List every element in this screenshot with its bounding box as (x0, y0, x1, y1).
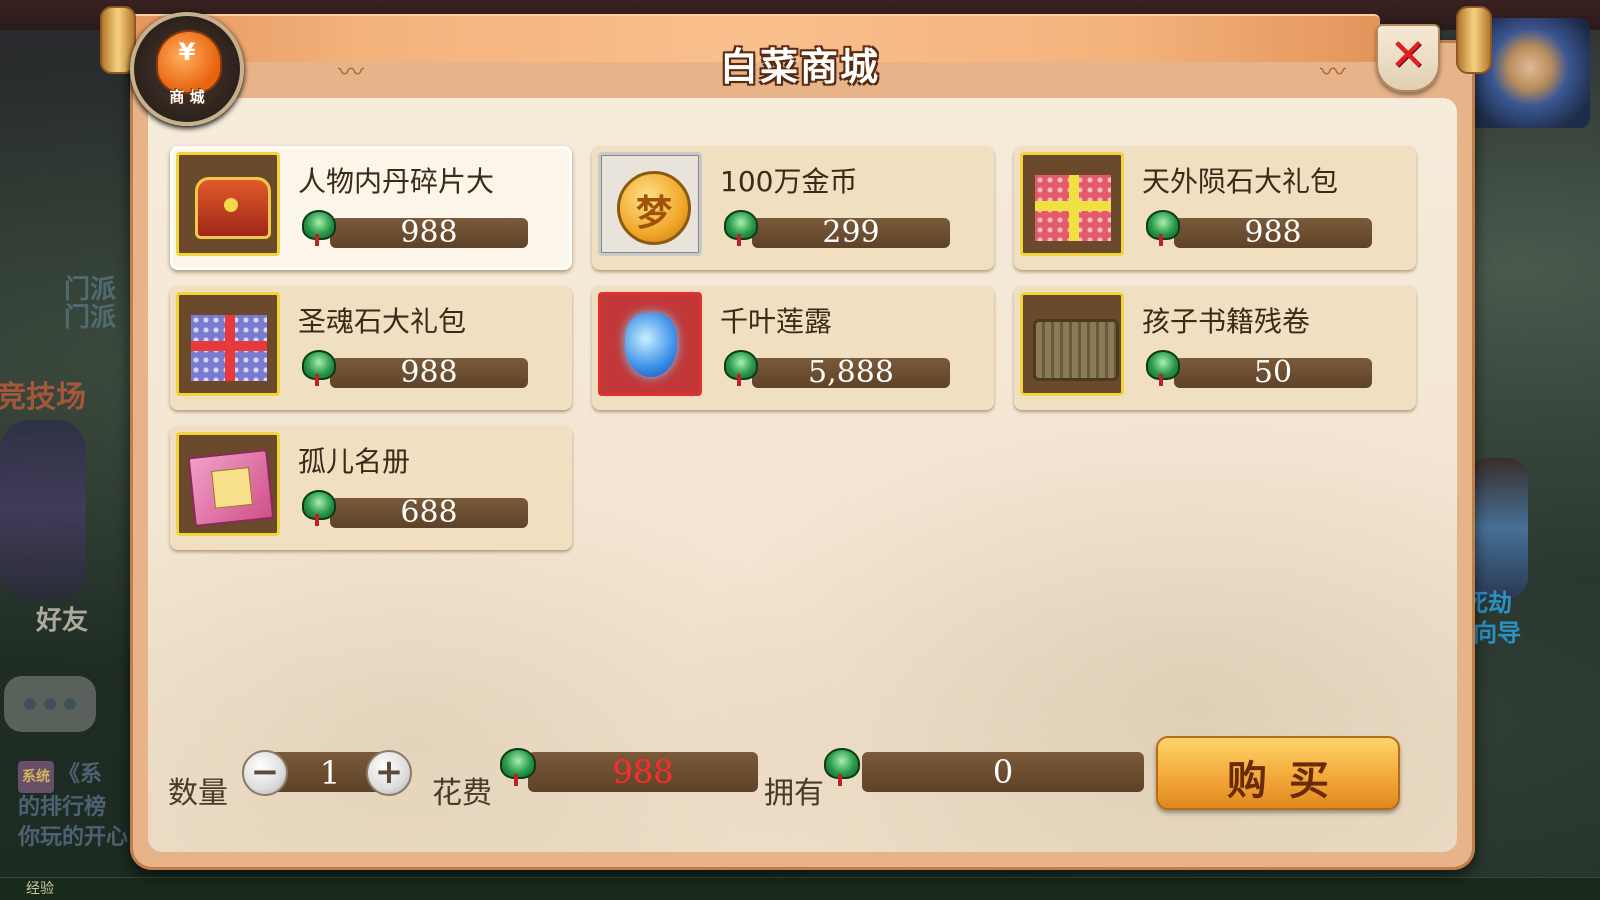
shop-item[interactable]: 千叶莲露 5,888 (592, 286, 994, 410)
item-name: 孤儿名册 (298, 445, 411, 478)
npc-character[interactable] (1468, 458, 1528, 598)
item-price: 50 (1253, 355, 1293, 390)
jade-gem (724, 350, 758, 380)
buy-button[interactable]: 购买 (1156, 736, 1400, 810)
exp-bar: 经验 (0, 877, 1600, 900)
item-name: 100万金币 (720, 165, 858, 198)
buy-label: 购买 (1227, 758, 1351, 804)
jade-tassel (315, 374, 319, 386)
item-thumbnail (1020, 292, 1124, 396)
jade-tassel (838, 773, 842, 787)
system-chat-line: 《系 (58, 762, 103, 787)
jade-currency-icon (302, 210, 336, 250)
sect-label: 门派 门派 (64, 275, 117, 333)
item-thumbnail (598, 152, 702, 256)
shop-badge-icon: ¥ 商 城 (130, 12, 244, 126)
cost-label: 花费 (432, 776, 492, 811)
item-thumbnail (176, 432, 280, 536)
jade-tassel (737, 374, 741, 386)
arena-label[interactable]: 竞技场 (0, 372, 86, 416)
shop-item[interactable]: 人物内丹碎片大 988 (170, 146, 572, 270)
jade-tassel (315, 514, 319, 526)
close-icon: ✕ (1389, 30, 1427, 81)
item-price-bar: 50 (1174, 355, 1372, 390)
shop-item[interactable]: 天外陨石大礼包 988 (1014, 146, 1416, 270)
item-price: 988 (400, 215, 458, 250)
item-price: 988 (1244, 215, 1302, 250)
cost-value: 988 (612, 753, 674, 791)
item-price: 299 (822, 215, 880, 250)
jade-gem (1146, 210, 1180, 240)
jade-gem (824, 748, 860, 780)
jade-tassel (1159, 374, 1163, 386)
jade-tassel (315, 234, 319, 246)
item-price: 688 (400, 495, 458, 530)
system-chat-line: 你玩的开心 (18, 825, 129, 850)
jade-currency-icon (302, 490, 336, 530)
close-button[interactable]: ✕ (1376, 24, 1440, 92)
item-price-bar: 988 (1174, 215, 1372, 250)
item-name: 人物内丹碎片大 (298, 165, 495, 198)
npc-character-left[interactable] (0, 420, 86, 600)
quantity-value[interactable]: 1 (300, 754, 360, 792)
shop-item[interactable]: 100万金币 299 (592, 146, 994, 270)
pink-gift-box-icon (1035, 175, 1111, 241)
jade-tassel (737, 234, 741, 246)
shop-item[interactable]: 孩子书籍残卷 50 (1014, 286, 1416, 410)
blue-vase-icon (625, 313, 677, 377)
treasure-chest-icon (195, 177, 271, 239)
item-name: 孩子书籍残卷 (1142, 305, 1311, 338)
item-price: 5,888 (808, 355, 894, 390)
wooden-crate-icon (1033, 319, 1119, 381)
shop-item[interactable]: 孤儿名册 688 (170, 426, 572, 550)
quantity-label: 数量 (168, 776, 228, 811)
item-price-bar: 299 (752, 215, 950, 250)
item-thumbnail (1020, 152, 1124, 256)
jade-currency-icon (302, 350, 336, 390)
system-chat-line: 的排行榜 (18, 795, 107, 820)
own-value: 0 (992, 753, 1014, 791)
minus-icon: − (250, 752, 280, 792)
shop-badge-label: 商 城 (169, 88, 205, 106)
pink-book-icon (187, 449, 275, 527)
shop-item[interactable]: 圣魂石大礼包 988 (170, 286, 572, 410)
jade-tassel (1159, 234, 1163, 246)
jade-gem (302, 210, 336, 240)
item-name: 千叶莲露 (720, 305, 833, 338)
blue-gift-box-icon (191, 315, 267, 381)
jade-gem (1146, 350, 1180, 380)
item-thumbnail (598, 292, 702, 396)
chat-bubble-icon[interactable] (4, 676, 96, 732)
decrease-quantity-button[interactable]: − (242, 750, 288, 796)
jade-gem (302, 350, 336, 380)
yen-symbol: ¥ (178, 38, 196, 66)
jade-tassel (514, 773, 518, 787)
item-price-bar: 688 (330, 495, 528, 530)
jade-currency-icon (1146, 210, 1180, 250)
own-label: 拥有 (764, 776, 824, 811)
system-chat: 系统 《系 的排行榜 你玩的开心 (18, 760, 128, 853)
item-name: 圣魂石大礼包 (298, 305, 467, 338)
item-price-bar: 988 (330, 355, 528, 390)
jade-currency-icon (724, 210, 758, 250)
item-thumbnail (176, 152, 280, 256)
jade-currency-icon (724, 350, 758, 390)
item-price-bar: 988 (330, 215, 528, 250)
increase-quantity-button[interactable]: + (366, 750, 412, 796)
item-price: 988 (400, 355, 458, 390)
friends-label[interactable]: 好友 (36, 600, 88, 637)
exp-label: 经验 (26, 881, 54, 897)
item-name: 天外陨石大礼包 (1142, 165, 1339, 198)
jade-gem (302, 490, 336, 520)
jade-gem (724, 210, 758, 240)
jade-currency-icon (1146, 350, 1180, 390)
item-thumbnail (176, 292, 280, 396)
gold-coin-icon (617, 171, 691, 245)
item-price-bar: 5,888 (752, 355, 950, 390)
system-badge: 系统 (18, 761, 54, 793)
plus-icon: + (374, 752, 404, 792)
